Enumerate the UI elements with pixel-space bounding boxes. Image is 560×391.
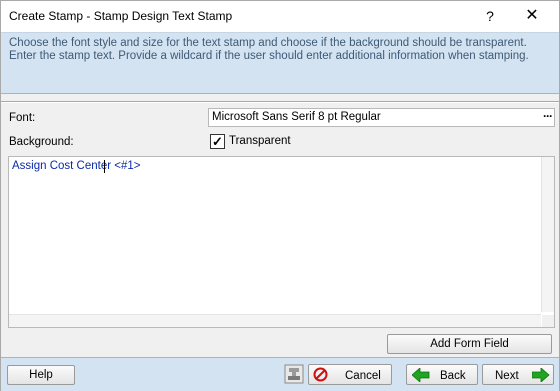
transparent-checkbox[interactable]: ✓ (210, 134, 225, 149)
button-bar: Help Cancel Back Next (1, 357, 559, 391)
font-browse-button[interactable]: ··· (543, 109, 553, 123)
cancel-icon (313, 367, 328, 388)
cancel-label: Cancel (345, 370, 381, 382)
text-caret (104, 160, 105, 173)
add-form-field-button[interactable]: Add Form Field (387, 334, 552, 354)
arrow-right-icon (531, 367, 550, 388)
vertical-scrollbar[interactable] (541, 157, 554, 312)
help-button[interactable]: Help (7, 365, 75, 385)
next-label: Next (495, 370, 519, 382)
title-bar: Create Stamp - Stamp Design Text Stamp ?… (1, 1, 559, 32)
horizontal-scrollbar[interactable] (9, 314, 541, 327)
background-label: Background: (9, 136, 74, 148)
font-value: Microsoft Sans Serif 8 pt Regular (212, 111, 381, 123)
font-label: Font: (9, 112, 36, 124)
arrow-left-icon (411, 367, 430, 388)
stamp-preview-icon[interactable] (284, 364, 304, 384)
instruction-text: Choose the font style and size for the t… (9, 37, 529, 62)
help-icon[interactable]: ? (479, 5, 501, 27)
back-label: Back (440, 370, 466, 382)
window-title: Create Stamp - Stamp Design Text Stamp (9, 9, 233, 23)
check-icon: ✓ (212, 134, 223, 149)
transparent-label[interactable]: Transparent (229, 135, 291, 147)
stamp-text: Assign Cost Center <#1> (12, 160, 141, 172)
cancel-button[interactable]: Cancel (308, 364, 392, 385)
close-icon[interactable]: ✕ (520, 5, 544, 27)
back-button[interactable]: Back (406, 364, 478, 385)
divider (1, 101, 559, 103)
instruction-panel: Choose the font style and size for the t… (1, 32, 559, 94)
next-button[interactable]: Next (482, 364, 554, 385)
font-field[interactable]: Microsoft Sans Serif 8 pt Regular ··· (208, 108, 555, 127)
scroll-corner (542, 315, 554, 327)
stamp-text-area[interactable]: Assign Cost Center <#1> (8, 156, 555, 328)
create-stamp-dialog: Create Stamp - Stamp Design Text Stamp ?… (0, 0, 560, 391)
